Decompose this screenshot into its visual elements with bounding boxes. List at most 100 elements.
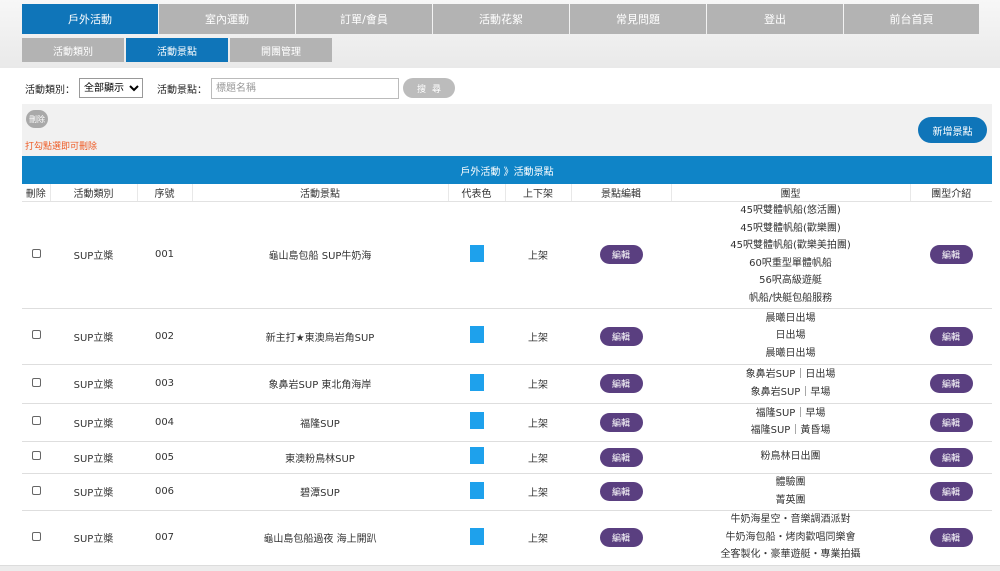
row-status: 上架 bbox=[505, 510, 571, 566]
row-edit-cell: 編輯 bbox=[571, 364, 671, 404]
spots-table-container: 戶外活動 》活動景點 刪除 活動類別 序號 活動景點 代表色 上下架 景點編輯 … bbox=[22, 156, 992, 566]
group-type-item: 福隆SUP｜早場 bbox=[755, 407, 826, 419]
row-select-checkbox[interactable] bbox=[31, 531, 41, 541]
row-intro-cell: 編輯 bbox=[910, 201, 992, 309]
edit-spot-button[interactable]: 編輯 bbox=[599, 482, 643, 501]
col-status: 上下架 bbox=[505, 184, 572, 202]
row-number: 005 bbox=[137, 441, 192, 474]
row-color-cell bbox=[448, 308, 505, 365]
row-intro-cell: 編輯 bbox=[910, 473, 992, 511]
group-type-item: 象鼻岩SUP｜日出場 bbox=[745, 369, 836, 380]
main-nav-faq[interactable]: 常見問題 bbox=[570, 4, 706, 34]
edit-group-intro-button[interactable]: 編輯 bbox=[929, 482, 973, 501]
edit-group-intro-button[interactable]: 編輯 bbox=[929, 326, 973, 346]
row-select-cell bbox=[22, 201, 50, 309]
row-spot-name: 福隆SUP bbox=[192, 403, 448, 442]
row-spot-name: 象鼻岩SUP 東北角海岸 bbox=[192, 364, 448, 404]
main-nav-outdoor[interactable]: 戶外活動 bbox=[22, 4, 158, 34]
main-nav-highlights[interactable]: 活動花絮 bbox=[433, 4, 569, 34]
main-nav-logout[interactable]: 登出 bbox=[707, 4, 843, 34]
edit-group-intro-button[interactable]: 編輯 bbox=[929, 374, 973, 393]
row-select-cell bbox=[22, 403, 50, 442]
row-select-checkbox[interactable] bbox=[31, 416, 41, 425]
group-type-item: 菁英團 bbox=[775, 494, 806, 506]
delete-hint: 打勾點選即可刪除 bbox=[25, 142, 98, 152]
row-status: 上架 bbox=[505, 403, 571, 442]
col-color: 代表色 bbox=[448, 184, 506, 202]
filter-row: 活動類別： 全部顯示 活動景點： 搜尋 bbox=[25, 77, 455, 99]
group-type-item: 晨曦日出場 bbox=[765, 312, 816, 324]
row-category: SUP立槳 bbox=[50, 201, 137, 309]
add-spot-button[interactable]: 新增景點 bbox=[918, 117, 987, 143]
category-select[interactable]: 全部顯示 bbox=[79, 78, 143, 98]
group-type-item: 粉鳥林日出團 bbox=[760, 451, 821, 463]
row-group-types: 牛奶海星空・音樂調酒派對 牛奶海包船・烤肉歡唱同樂會 全客製化・豪華遊艇・專業拍攝 bbox=[671, 510, 910, 566]
group-type-item: 象鼻岩SUP｜早場 bbox=[750, 386, 831, 398]
main-nav-indoor[interactable]: 室內運動 bbox=[159, 4, 295, 34]
table-row: SUP立槳 007 龜山島包船過夜 海上開趴 上架 編輯 牛奶海星空・音樂調酒派對 牛奶海包… bbox=[22, 510, 992, 566]
group-type-item: 體驗團 bbox=[775, 477, 806, 488]
sub-nav: 活動類別 活動景點 開團管理 bbox=[22, 38, 334, 62]
row-select-checkbox[interactable] bbox=[31, 330, 41, 339]
edit-spot-button[interactable]: 編輯 bbox=[599, 374, 643, 393]
row-select-cell bbox=[22, 364, 50, 404]
row-color-cell bbox=[448, 510, 505, 566]
row-number: 004 bbox=[137, 403, 192, 442]
row-edit-cell: 編輯 bbox=[571, 308, 671, 365]
main-nav-orders[interactable]: 訂單/會員 bbox=[296, 4, 432, 34]
table-title: 戶外活動 》活動景點 bbox=[22, 156, 992, 184]
row-spot-name: 東澳粉鳥林SUP bbox=[192, 441, 448, 474]
edit-spot-button[interactable]: 編輯 bbox=[599, 245, 643, 264]
col-number: 序號 bbox=[137, 184, 193, 202]
row-select-checkbox[interactable] bbox=[31, 377, 41, 387]
row-color-cell bbox=[448, 473, 505, 511]
search-button[interactable]: 搜尋 bbox=[403, 78, 455, 98]
group-type-item: 45呎雙體帆船(悠活團) bbox=[740, 205, 841, 216]
edit-group-intro-button[interactable]: 編輯 bbox=[929, 447, 973, 467]
bottom-scroll-edge bbox=[0, 565, 1000, 571]
edit-spot-button[interactable]: 編輯 bbox=[599, 326, 643, 346]
row-category: SUP立槳 bbox=[50, 510, 137, 566]
edit-group-intro-button[interactable]: 編輯 bbox=[929, 528, 973, 547]
table-row: SUP立槳 004 福隆SUP 上架 編輯 福隆SUP｜早場 福隆SUP｜黃昏場 編輯 bbox=[22, 403, 992, 442]
row-status: 上架 bbox=[505, 364, 571, 404]
row-status: 上架 bbox=[505, 201, 571, 309]
delete-button[interactable]: 刪除 bbox=[26, 110, 48, 128]
main-nav: 戶外活動 室內運動 訂單/會員 活動花絮 常見問題 登出 前台首頁 bbox=[22, 4, 980, 34]
row-spot-name: 碧潭SUP bbox=[192, 473, 448, 511]
sub-nav-groups[interactable]: 開團管理 bbox=[230, 38, 332, 62]
row-spot-name: 龜山島包船過夜 海上開趴 bbox=[192, 510, 448, 566]
row-edit-cell: 編輯 bbox=[571, 473, 671, 511]
row-spot-name: 新主打★東澳烏岩角SUP bbox=[192, 308, 448, 365]
row-edit-cell: 編輯 bbox=[571, 403, 671, 442]
edit-spot-button[interactable]: 編輯 bbox=[599, 447, 643, 467]
row-intro-cell: 編輯 bbox=[910, 308, 992, 365]
action-band: 刪除 打勾點選即可刪除 新增景點 bbox=[22, 104, 992, 156]
row-intro-cell: 編輯 bbox=[910, 510, 992, 566]
sub-nav-spots[interactable]: 活動景點 bbox=[126, 38, 228, 62]
col-group-intro: 團型介紹 bbox=[910, 184, 992, 202]
row-color-swatch bbox=[469, 326, 484, 343]
group-type-item: 全客製化・豪華遊艇・專業拍攝 bbox=[720, 549, 861, 561]
sub-nav-categories[interactable]: 活動類別 bbox=[22, 38, 124, 62]
row-select-checkbox[interactable] bbox=[31, 485, 41, 495]
row-spot-name: 龜山島包船 SUP牛奶海 bbox=[192, 201, 448, 309]
col-delete: 刪除 bbox=[22, 184, 51, 202]
edit-group-intro-button[interactable]: 編輯 bbox=[929, 412, 973, 432]
row-select-cell bbox=[22, 510, 50, 566]
category-filter-label: 活動類別： bbox=[25, 84, 75, 96]
row-color-swatch bbox=[469, 481, 484, 499]
edit-spot-button[interactable]: 編輯 bbox=[599, 528, 643, 547]
edit-group-intro-button[interactable]: 編輯 bbox=[929, 245, 973, 264]
row-intro-cell: 編輯 bbox=[910, 403, 992, 442]
col-spot-edit: 景點編輯 bbox=[571, 184, 672, 202]
edit-spot-button[interactable]: 編輯 bbox=[599, 412, 643, 432]
spot-search-input[interactable] bbox=[211, 77, 399, 99]
row-select-checkbox[interactable] bbox=[31, 451, 41, 460]
table-row: SUP立槳 003 象鼻岩SUP 東北角海岸 上架 編輯 象鼻岩SUP｜日出場 象鼻岩SUP… bbox=[22, 364, 992, 404]
row-number: 002 bbox=[137, 308, 192, 365]
col-category: 活動類別 bbox=[50, 184, 138, 202]
row-select-checkbox[interactable] bbox=[31, 248, 41, 258]
main-nav-frontpage[interactable]: 前台首頁 bbox=[844, 4, 979, 34]
row-color-cell bbox=[448, 364, 505, 404]
